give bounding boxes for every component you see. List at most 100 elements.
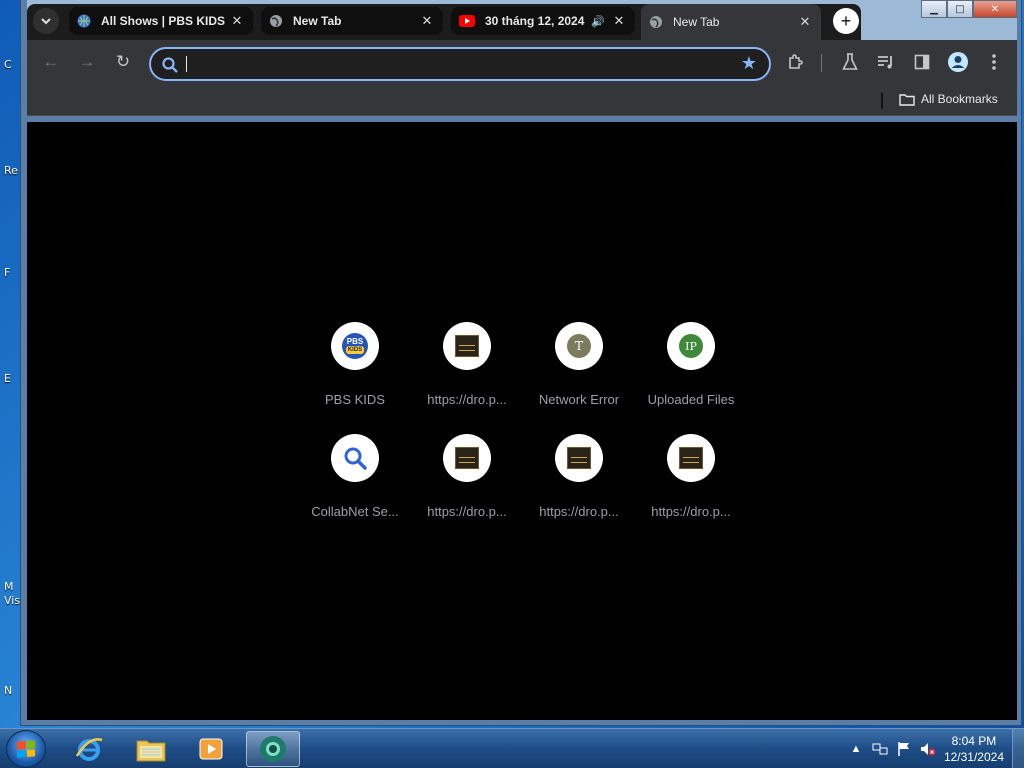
show-hidden-icons-button[interactable]: ▲ [848, 741, 864, 757]
forward-button[interactable]: → [75, 50, 99, 74]
shortcut-tile[interactable]: PBS KIDS PBS KIDS [299, 322, 411, 422]
window-controls: ▁ □ ✕ [921, 0, 1017, 20]
taskbar-internet-explorer[interactable] [62, 731, 116, 767]
letter-t-icon: T [567, 334, 591, 358]
shortcut-tile[interactable]: IP Uploaded Files [635, 322, 747, 422]
shortcut-icon-circle [555, 434, 603, 482]
volume-muted-icon[interactable] [920, 741, 936, 757]
search-icon [344, 447, 367, 470]
bookmark-star-icon[interactable]: ★ [741, 53, 757, 74]
maximize-button[interactable]: □ [947, 0, 973, 18]
toolbar: ← → ↻ ★ [27, 40, 1017, 86]
tab-youtube[interactable]: 30 tháng 12, 2024 🔊 ✕ [451, 7, 635, 35]
chevron-down-icon [41, 18, 51, 25]
taskbar-media-player[interactable] [184, 731, 238, 767]
taskbar-file-explorer[interactable] [124, 731, 178, 767]
labs-flask-icon[interactable] [839, 51, 861, 73]
pbs-globe-icon [77, 14, 91, 28]
action-center-flag-icon[interactable] [896, 741, 912, 757]
bookmarks-bar: All Bookmarks [27, 86, 1017, 116]
tab-pbs-kids[interactable]: All Shows | PBS KIDS ✕ [69, 7, 253, 35]
site-thumbnail-icon [679, 447, 703, 469]
media-player-icon [199, 738, 223, 760]
minimize-button[interactable]: ▁ [921, 0, 947, 18]
desktop-icon-label[interactable]: Vis [4, 594, 20, 607]
tab-title: 30 tháng 12, 2024 [485, 14, 585, 28]
tab-close-icon[interactable]: ✕ [419, 13, 435, 29]
menu-kebab-icon[interactable] [983, 51, 1005, 73]
internet-explorer-icon [75, 738, 103, 761]
tab-close-icon[interactable]: ✕ [797, 14, 813, 30]
site-thumbnail-icon [455, 447, 479, 469]
reload-button[interactable]: ↻ [111, 50, 135, 74]
site-thumbnail-icon [567, 447, 591, 469]
side-panel-icon[interactable] [911, 51, 933, 73]
shortcut-icon-circle [443, 322, 491, 370]
tab-title: New Tab [293, 14, 342, 28]
tab-close-icon[interactable]: ✕ [229, 13, 245, 29]
tab-close-icon[interactable]: ✕ [611, 13, 627, 29]
pbs-logo-subtext: KIDS [345, 346, 365, 354]
clock[interactable]: 8:04 PM 12/31/2024 [944, 733, 1004, 765]
shortcut-tile[interactable]: https://dro.p... [411, 434, 523, 534]
site-thumbnail-icon [455, 335, 479, 357]
shortcut-icon-circle [331, 434, 379, 482]
desktop-icon-label[interactable]: C [4, 58, 12, 71]
address-bar[interactable]: ★ [149, 47, 771, 81]
shortcut-tile[interactable]: https://dro.p... [635, 434, 747, 534]
desktop-icon-label[interactable]: N [4, 684, 12, 697]
show-desktop-button[interactable] [1012, 729, 1024, 768]
new-tab-button[interactable]: + [833, 8, 859, 34]
shortcut-label: CollabNet Se... [311, 504, 399, 519]
start-button[interactable] [6, 730, 46, 768]
shortcut-tile[interactable]: T Network Error [523, 322, 635, 422]
browser-window: ▁ □ ✕ All Shows | PBS KIDS ✕ New Tab ✕ 3… [20, 0, 1022, 726]
youtube-icon [459, 15, 475, 27]
desktop-icon-label[interactable]: Re [4, 164, 18, 177]
shortcut-icon-circle: T [555, 322, 603, 370]
media-queue-icon[interactable] [875, 51, 897, 73]
network-icon[interactable] [872, 741, 888, 757]
tab-title: All Shows | PBS KIDS [101, 14, 226, 28]
clock-time: 8:04 PM [951, 734, 997, 748]
new-tab-page: PBS KIDS PBS KIDS https://dro.p... T Net… [27, 122, 1017, 720]
text-caret [186, 56, 187, 72]
globe-icon [649, 15, 663, 29]
shortcut-icon-circle: IP [667, 322, 715, 370]
audio-playing-icon[interactable]: 🔊 [591, 15, 605, 28]
desktop-icon-label[interactable]: F [4, 266, 10, 279]
globe-icon [269, 14, 283, 28]
windows-logo-icon [17, 740, 35, 758]
shortcut-icon-circle: PBS KIDS [331, 322, 379, 370]
shortcut-tile[interactable]: CollabNet Se... [299, 434, 411, 534]
extensions-icon[interactable] [785, 51, 807, 73]
clock-date: 12/31/2024 [943, 750, 1004, 764]
shortcut-tile[interactable]: https://dro.p... [523, 434, 635, 534]
all-bookmarks-button[interactable]: All Bookmarks [899, 92, 998, 106]
pbs-kids-logo-icon: PBS KIDS [342, 333, 368, 359]
folder-icon [899, 93, 915, 106]
search-icon [162, 57, 178, 73]
pbs-logo-text: PBS [346, 337, 364, 346]
bookmarks-separator [881, 93, 883, 109]
profile-avatar-icon[interactable] [947, 51, 969, 73]
shortcut-icon-circle [443, 434, 491, 482]
shortcut-label: PBS KIDS [325, 392, 385, 407]
letter-ip-icon: IP [679, 334, 703, 358]
shortcut-tile[interactable]: https://dro.p... [411, 322, 523, 422]
back-button[interactable]: ← [39, 50, 63, 74]
all-bookmarks-label: All Bookmarks [921, 92, 998, 106]
tab-new-tab[interactable]: New Tab ✕ [261, 7, 443, 35]
taskbar: ▲ 8:04 PM 12/31/2024 [0, 728, 1024, 768]
shortcut-icon-circle [667, 434, 715, 482]
toolbar-separator [821, 54, 822, 72]
tab-new-tab-active[interactable]: New Tab ✕ [641, 4, 821, 40]
tab-search-button[interactable] [33, 8, 59, 34]
address-input[interactable] [185, 54, 725, 74]
window-close-button[interactable]: ✕ [973, 0, 1017, 18]
taskbar-chrome[interactable] [246, 731, 300, 767]
desktop-icon-label[interactable]: E [4, 372, 11, 385]
desktop-icon-label[interactable]: M [4, 580, 14, 593]
shortcut-label: Network Error [538, 392, 620, 407]
shortcut-label: https://dro.p... [539, 504, 619, 519]
